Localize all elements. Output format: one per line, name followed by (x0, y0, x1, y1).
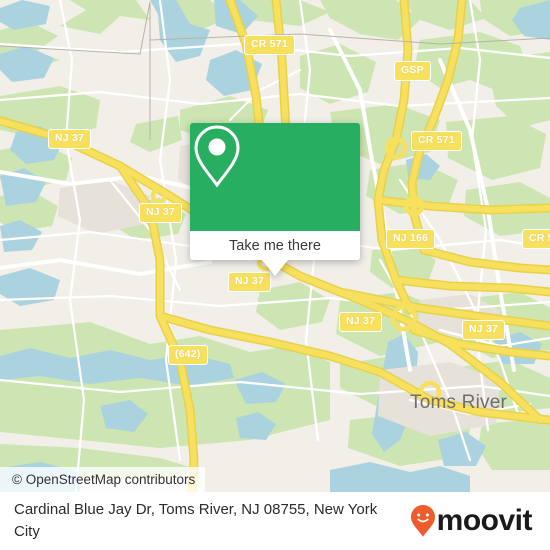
moovit-logo[interactable]: moovit (410, 504, 533, 538)
road-shield[interactable]: GSP (394, 61, 431, 81)
map-pin-icon (194, 125, 240, 188)
callout-icon-area (190, 123, 360, 231)
road-shield[interactable]: (642) (168, 345, 208, 365)
road-shield[interactable]: NJ 37 (48, 129, 92, 149)
callout-pointer-tail (262, 260, 288, 276)
take-me-there-button[interactable]: Take me there (190, 231, 360, 260)
address-text: Cardinal Blue Jay Dr, Toms River, NJ 087… (14, 501, 378, 540)
bottom-info-bar: Cardinal Blue Jay Dr, Toms River, NJ 087… (0, 492, 550, 550)
road-shield[interactable]: CR 571 (244, 35, 295, 55)
road-shield[interactable]: NJ 37 (139, 203, 183, 223)
moovit-wordmark: moovit (436, 504, 533, 537)
road-shield[interactable]: NJ 37 (339, 312, 383, 332)
road-shield[interactable]: NJ 37 (462, 320, 506, 340)
destination-callout-card[interactable]: Take me there (190, 123, 360, 276)
osm-attribution[interactable]: © OpenStreetMap contributors (0, 467, 206, 492)
road-shield[interactable]: CR 571 (411, 131, 462, 151)
road-shield[interactable]: NJ 166 (386, 229, 436, 249)
road-shield[interactable]: CR 5 (522, 229, 550, 249)
screenshot-root: CR 571 GSP NJ 37 CR 571 NJ 37 NJ 166 CR … (0, 0, 550, 550)
moovit-pin-icon (410, 505, 435, 537)
map-canvas[interactable]: CR 571 GSP NJ 37 CR 571 NJ 37 NJ 166 CR … (0, 0, 550, 492)
place-label-toms-river: Toms River (410, 392, 508, 413)
